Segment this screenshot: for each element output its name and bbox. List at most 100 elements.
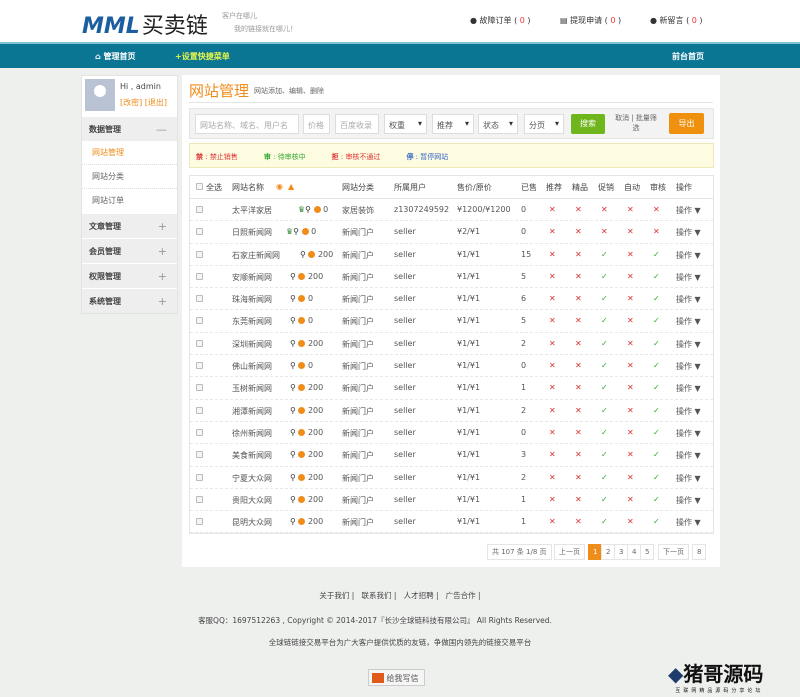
cross-icon[interactable]: ✕ [575,361,582,370]
search-icon[interactable]: ⚲ [290,450,296,459]
cross-icon[interactable]: ✕ [627,294,634,303]
site-name[interactable]: 深圳新闻网 [232,339,272,350]
row-checkbox[interactable] [196,228,203,236]
logo[interactable]: MML买卖链 [82,8,208,40]
cross-icon[interactable]: ✕ [627,250,634,259]
row-checkbox[interactable] [196,406,203,414]
site-name[interactable]: 徐州新闻网 [232,428,272,439]
pagesize-select[interactable]: 分页 [524,114,564,134]
check-icon[interactable]: ✓ [653,316,660,325]
cross-icon[interactable]: ✕ [627,450,634,459]
site-name[interactable]: 安顺新闻网 [232,272,272,283]
row-actions-dropdown[interactable]: 操作 ▼ [676,450,701,461]
row-actions-dropdown[interactable]: 操作 ▼ [676,227,701,238]
cross-icon[interactable]: ✕ [627,316,634,325]
check-icon[interactable]: ✓ [653,272,660,281]
cross-icon[interactable]: ✕ [549,361,556,370]
row-checkbox[interactable] [196,428,203,436]
cross-icon[interactable]: ✕ [575,272,582,281]
site-name[interactable]: 太平洋家居 [232,205,272,216]
cross-icon[interactable]: ✕ [653,205,660,214]
cross-icon[interactable]: ✕ [575,406,582,415]
check-icon[interactable]: ✓ [653,339,660,348]
site-name[interactable]: 湘潭新闻网 [232,406,272,417]
row-checkbox[interactable] [196,295,203,303]
row-actions-dropdown[interactable]: 操作 ▼ [676,495,701,506]
row-checkbox[interactable] [196,362,203,370]
check-icon[interactable]: ✓ [601,361,608,370]
cross-icon[interactable]: ✕ [653,227,660,236]
site-name[interactable]: 日照新闻网 [232,227,272,238]
sort-upload-icon[interactable]: ▲ [288,182,294,191]
cross-icon[interactable]: ✕ [627,227,634,236]
sort-weight-icon[interactable]: ◉ [276,182,283,191]
next-page-button[interactable]: 下一页 [658,544,689,560]
row-actions-dropdown[interactable]: 操作 ▼ [676,294,701,305]
site-name[interactable]: 贵阳大众网 [232,495,272,506]
check-icon[interactable]: ✓ [653,517,660,526]
row-checkbox[interactable] [196,451,203,459]
search-icon[interactable]: ⚲ [305,205,311,214]
cross-icon[interactable]: ✕ [627,383,634,392]
baidu-input[interactable]: 百度收录 [335,114,379,134]
cross-icon[interactable]: ✕ [627,339,634,348]
sidebar-group-data[interactable]: 数据管理 — [82,116,177,141]
row-checkbox[interactable] [196,473,203,481]
sidebar-group-articles[interactable]: 文章管理 + [82,213,177,238]
cancel-filter-link[interactable]: 取消 | 批量筛选 [614,113,658,133]
row-checkbox[interactable] [196,317,203,325]
sidebar-group-permissions[interactable]: 权限管理 + [82,263,177,288]
row-actions-dropdown[interactable]: 操作 ▼ [676,316,701,327]
cross-icon[interactable]: ✕ [549,339,556,348]
nav-home[interactable]: ⌂ 管理首页 [95,51,136,62]
check-icon[interactable]: ✓ [653,450,660,459]
search-icon[interactable]: ⚲ [290,428,296,437]
check-icon[interactable]: ✓ [601,316,608,325]
site-name[interactable]: 珠海新闻网 [232,294,272,305]
cross-icon[interactable]: ✕ [549,383,556,392]
bulk-import-button[interactable]: 批量导入 [304,543,356,561]
row-actions-dropdown[interactable]: 操作 ▼ [676,383,701,394]
keyword-input[interactable]: 网站名称、域名、用户名 [195,114,299,134]
footer-contact[interactable]: 联系我们 [362,591,392,600]
footer-ads[interactable]: 广告合作 [446,591,476,600]
check-icon[interactable]: ✓ [653,250,660,259]
site-name[interactable]: 美食新闻网 [232,450,272,461]
sidebar-item-orders[interactable]: 网站订单 [82,189,177,213]
cross-icon[interactable]: ✕ [549,294,556,303]
cross-icon[interactable]: ✕ [549,406,556,415]
row-actions-dropdown[interactable]: 操作 ▼ [676,473,701,484]
cross-icon[interactable]: ✕ [575,517,582,526]
search-icon[interactable]: ⚲ [290,517,296,526]
fault-orders-link[interactable]: ● 故障订单 ( 0 ) [470,15,531,26]
row-actions-dropdown[interactable]: 操作 ▼ [676,428,701,439]
cross-icon[interactable]: ✕ [549,517,556,526]
bulk-approve-button[interactable]: 批量通过 [246,543,298,561]
cross-icon[interactable]: ✕ [575,450,582,459]
check-icon[interactable]: ✓ [601,450,608,459]
cross-icon[interactable]: ✕ [627,495,634,504]
check-icon[interactable]: ✓ [601,473,608,482]
cross-icon[interactable]: ✕ [575,205,582,214]
messages-link[interactable]: ● 新留言 ( 0 ) [650,15,703,26]
sidebar-group-system[interactable]: 系统管理 + [82,288,177,313]
row-actions-dropdown[interactable]: 操作 ▼ [676,361,701,372]
cross-icon[interactable]: ✕ [601,205,608,214]
row-checkbox[interactable] [196,384,203,392]
cross-icon[interactable]: ✕ [575,250,582,259]
bulk-refresh-button[interactable]: 批量刷新 [189,543,241,561]
cross-icon[interactable]: ✕ [549,450,556,459]
check-icon[interactable]: ✓ [601,250,608,259]
sidebar-group-members[interactable]: 会员管理 + [82,238,177,263]
site-name[interactable]: 石家庄新闻网 [232,250,280,261]
check-icon[interactable]: ✓ [601,428,608,437]
logout-link[interactable]: [退出] [145,98,167,107]
status-select[interactable]: 状态 [478,114,518,134]
cross-icon[interactable]: ✕ [575,495,582,504]
nav-front[interactable]: 前台首页 [672,51,704,62]
check-icon[interactable]: ✓ [653,428,660,437]
check-icon[interactable]: ✓ [653,406,660,415]
check-icon[interactable]: ✓ [601,495,608,504]
search-icon[interactable]: ⚲ [290,473,296,482]
search-icon[interactable]: ⚲ [290,406,296,415]
